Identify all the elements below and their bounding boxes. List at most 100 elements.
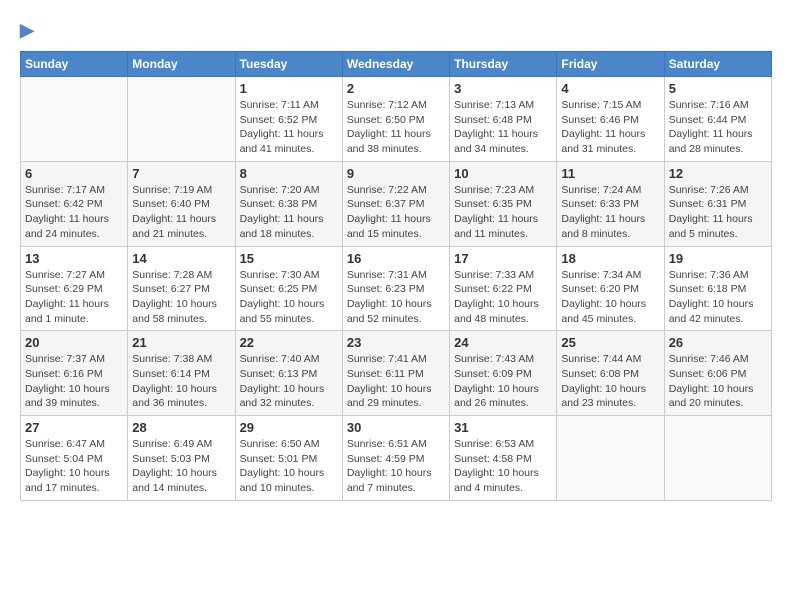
calendar-cell: 13Sunrise: 7:27 AM Sunset: 6:29 PM Dayli… xyxy=(21,246,128,331)
day-number: 22 xyxy=(240,335,338,350)
day-info: Sunrise: 7:17 AM Sunset: 6:42 PM Dayligh… xyxy=(25,183,123,242)
calendar-cell: 27 Sunrise: 6:47 AM Sunset: 5:04 PM Dayli… xyxy=(21,416,128,501)
day-info: Sunrise: 7:41 AM Sunset: 6:11 PM Dayligh… xyxy=(347,352,445,411)
calendar-cell: 11 Sunrise: 7:24 AM Sunset: 6:33 PM Dayli… xyxy=(557,161,664,246)
day-number: 12 xyxy=(669,166,767,181)
day-info: Sunrise: 7:43 AM Sunset: 6:09 PM Dayligh… xyxy=(454,352,552,411)
day-info: Sunrise: 7:30 AM Sunset: 6:25 PM Dayligh… xyxy=(240,268,338,327)
day-info: Sunrise: 6:47 AM Sunset: 5:04 PM Dayligh… xyxy=(25,437,123,496)
day-info: Sunrise: 7:37 AM Sunset: 6:16 PM Dayligh… xyxy=(25,352,123,411)
calendar-cell: 29Sunrise: 6:50 AM Sunset: 5:01 PM Dayli… xyxy=(235,416,342,501)
day-number: 25 xyxy=(561,335,659,350)
day-number: 6 xyxy=(25,166,123,181)
calendar-cell: 30 Sunrise: 6:51 AM Sunset: 4:59 PM Dayli… xyxy=(342,416,449,501)
day-number: 20 xyxy=(25,335,123,350)
weekday-header-sunday: Sunday xyxy=(21,52,128,77)
day-number: 1 xyxy=(240,81,338,96)
calendar-cell: 31Sunrise: 6:53 AM Sunset: 4:58 PM Dayli… xyxy=(450,416,557,501)
day-number: 2 xyxy=(347,81,445,96)
weekday-header-monday: Monday xyxy=(128,52,235,77)
calendar-cell: 25Sunrise: 7:44 AM Sunset: 6:08 PM Dayli… xyxy=(557,331,664,416)
day-number: 28 xyxy=(132,420,230,435)
day-info: Sunrise: 6:49 AM Sunset: 5:03 PM Dayligh… xyxy=(132,437,230,496)
calendar-table: SundayMondayTuesdayWednesdayThursdayFrid… xyxy=(20,51,772,501)
weekday-header-row: SundayMondayTuesdayWednesdayThursdayFrid… xyxy=(21,52,772,77)
calendar-cell: 1 Sunrise: 7:11 AM Sunset: 6:52 PM Daylig… xyxy=(235,77,342,162)
day-info: Sunrise: 7:34 AM Sunset: 6:20 PM Dayligh… xyxy=(561,268,659,327)
day-number: 9 xyxy=(347,166,445,181)
day-info: Sunrise: 6:51 AM Sunset: 4:59 PM Dayligh… xyxy=(347,437,445,496)
weekday-header-tuesday: Tuesday xyxy=(235,52,342,77)
calendar-cell: 20 Sunrise: 7:37 AM Sunset: 6:16 PM Dayli… xyxy=(21,331,128,416)
day-info: Sunrise: 7:28 AM Sunset: 6:27 PM Dayligh… xyxy=(132,268,230,327)
calendar-cell xyxy=(21,77,128,162)
week-row-2: 6 Sunrise: 7:17 AM Sunset: 6:42 PM Daylig… xyxy=(21,161,772,246)
calendar-cell: 16 Sunrise: 7:31 AM Sunset: 6:23 PM Dayli… xyxy=(342,246,449,331)
day-number: 18 xyxy=(561,251,659,266)
week-row-5: 27 Sunrise: 6:47 AM Sunset: 5:04 PM Dayli… xyxy=(21,416,772,501)
day-info: Sunrise: 7:33 AM Sunset: 6:22 PM Dayligh… xyxy=(454,268,552,327)
day-number: 31 xyxy=(454,420,552,435)
day-info: Sunrise: 7:11 AM Sunset: 6:52 PM Dayligh… xyxy=(240,98,338,157)
day-number: 26 xyxy=(669,335,767,350)
calendar-cell: 24 Sunrise: 7:43 AM Sunset: 6:09 PM Dayli… xyxy=(450,331,557,416)
day-number: 19 xyxy=(669,251,767,266)
day-info: Sunrise: 7:31 AM Sunset: 6:23 PM Dayligh… xyxy=(347,268,445,327)
calendar-cell: 22 Sunrise: 7:40 AM Sunset: 6:13 PM Dayli… xyxy=(235,331,342,416)
calendar-cell: 5 Sunrise: 7:16 AM Sunset: 6:44 PM Daylig… xyxy=(664,77,771,162)
day-number: 5 xyxy=(669,81,767,96)
calendar-cell: 4 Sunrise: 7:15 AM Sunset: 6:46 PM Daylig… xyxy=(557,77,664,162)
day-number: 10 xyxy=(454,166,552,181)
logo: ▶ xyxy=(20,20,34,41)
logo-triangle-icon: ▶ xyxy=(20,20,34,40)
calendar-cell: 8Sunrise: 7:20 AM Sunset: 6:38 PM Daylig… xyxy=(235,161,342,246)
day-number: 4 xyxy=(561,81,659,96)
day-number: 27 xyxy=(25,420,123,435)
day-info: Sunrise: 7:23 AM Sunset: 6:35 PM Dayligh… xyxy=(454,183,552,242)
day-number: 17 xyxy=(454,251,552,266)
day-info: Sunrise: 7:13 AM Sunset: 6:48 PM Dayligh… xyxy=(454,98,552,157)
day-number: 29 xyxy=(240,420,338,435)
calendar-cell: 26 Sunrise: 7:46 AM Sunset: 6:06 PM Dayli… xyxy=(664,331,771,416)
day-info: Sunrise: 7:19 AM Sunset: 6:40 PM Dayligh… xyxy=(132,183,230,242)
calendar-cell: 6 Sunrise: 7:17 AM Sunset: 6:42 PM Daylig… xyxy=(21,161,128,246)
calendar-cell: 9 Sunrise: 7:22 AM Sunset: 6:37 PM Daylig… xyxy=(342,161,449,246)
day-info: Sunrise: 7:22 AM Sunset: 6:37 PM Dayligh… xyxy=(347,183,445,242)
calendar-cell: 21Sunrise: 7:38 AM Sunset: 6:14 PM Dayli… xyxy=(128,331,235,416)
calendar-cell xyxy=(557,416,664,501)
calendar-cell xyxy=(664,416,771,501)
calendar-cell: 28 Sunrise: 6:49 AM Sunset: 5:03 PM Dayli… xyxy=(128,416,235,501)
day-info: Sunrise: 7:26 AM Sunset: 6:31 PM Dayligh… xyxy=(669,183,767,242)
day-number: 23 xyxy=(347,335,445,350)
day-info: Sunrise: 7:46 AM Sunset: 6:06 PM Dayligh… xyxy=(669,352,767,411)
calendar-cell: 19Sunrise: 7:36 AM Sunset: 6:18 PM Dayli… xyxy=(664,246,771,331)
day-number: 16 xyxy=(347,251,445,266)
day-number: 11 xyxy=(561,166,659,181)
day-info: Sunrise: 7:24 AM Sunset: 6:33 PM Dayligh… xyxy=(561,183,659,242)
calendar-cell: 3 Sunrise: 7:13 AM Sunset: 6:48 PM Daylig… xyxy=(450,77,557,162)
day-number: 30 xyxy=(347,420,445,435)
calendar-cell: 23 Sunrise: 7:41 AM Sunset: 6:11 PM Dayli… xyxy=(342,331,449,416)
day-info: Sunrise: 7:12 AM Sunset: 6:50 PM Dayligh… xyxy=(347,98,445,157)
day-number: 3 xyxy=(454,81,552,96)
calendar-cell: 18 Sunrise: 7:34 AM Sunset: 6:20 PM Dayli… xyxy=(557,246,664,331)
calendar-cell: 12 Sunrise: 7:26 AM Sunset: 6:31 PM Dayli… xyxy=(664,161,771,246)
day-info: Sunrise: 7:16 AM Sunset: 6:44 PM Dayligh… xyxy=(669,98,767,157)
day-number: 13 xyxy=(25,251,123,266)
day-number: 21 xyxy=(132,335,230,350)
calendar-cell: 14 Sunrise: 7:28 AM Sunset: 6:27 PM Dayli… xyxy=(128,246,235,331)
day-number: 14 xyxy=(132,251,230,266)
calendar-cell: 10 Sunrise: 7:23 AM Sunset: 6:35 PM Dayli… xyxy=(450,161,557,246)
day-info: Sunrise: 7:40 AM Sunset: 6:13 PM Dayligh… xyxy=(240,352,338,411)
week-row-1: 1 Sunrise: 7:11 AM Sunset: 6:52 PM Daylig… xyxy=(21,77,772,162)
day-number: 24 xyxy=(454,335,552,350)
week-row-3: 13Sunrise: 7:27 AM Sunset: 6:29 PM Dayli… xyxy=(21,246,772,331)
week-row-4: 20 Sunrise: 7:37 AM Sunset: 6:16 PM Dayli… xyxy=(21,331,772,416)
calendar-cell: 2 Sunrise: 7:12 AM Sunset: 6:50 PM Daylig… xyxy=(342,77,449,162)
weekday-header-friday: Friday xyxy=(557,52,664,77)
day-info: Sunrise: 7:15 AM Sunset: 6:46 PM Dayligh… xyxy=(561,98,659,157)
calendar-cell: 7Sunrise: 7:19 AM Sunset: 6:40 PM Daylig… xyxy=(128,161,235,246)
day-info: Sunrise: 7:20 AM Sunset: 6:38 PM Dayligh… xyxy=(240,183,338,242)
day-number: 15 xyxy=(240,251,338,266)
page-header: ▶ xyxy=(20,20,772,41)
